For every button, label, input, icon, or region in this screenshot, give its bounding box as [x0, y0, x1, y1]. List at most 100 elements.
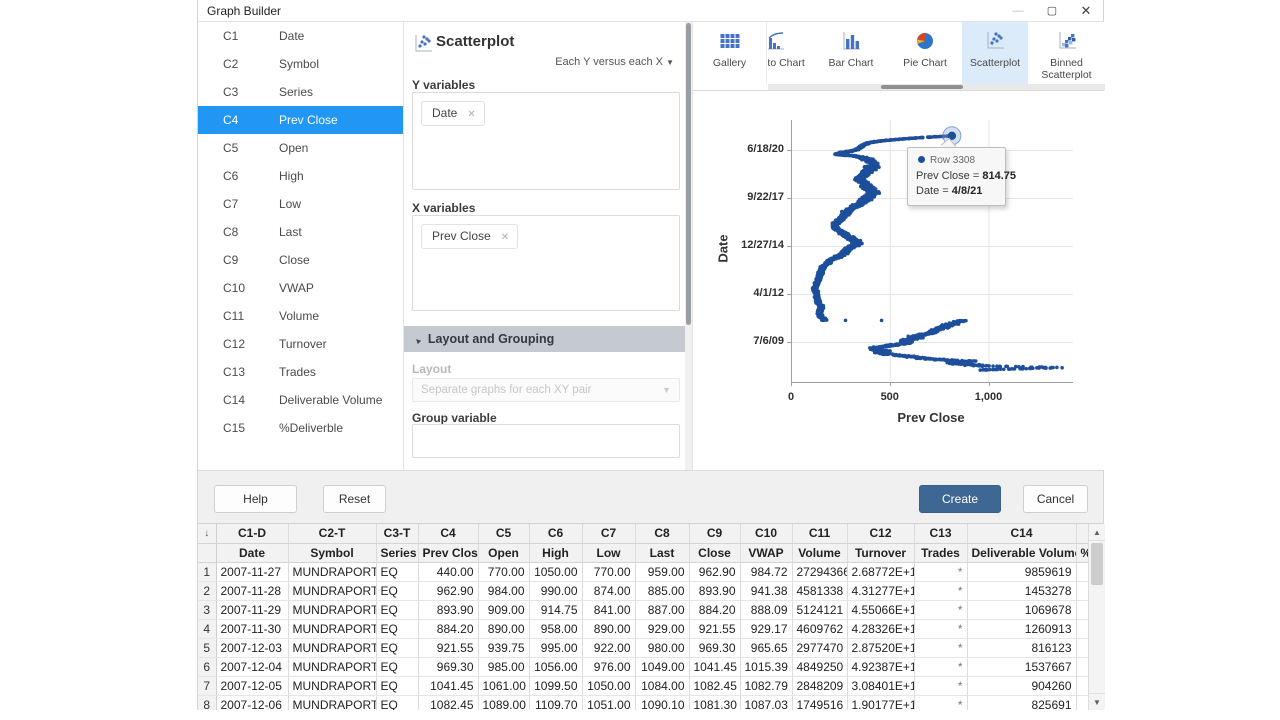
- table-cell[interactable]: EQ: [376, 657, 418, 676]
- table-cell[interactable]: 2007-12-04: [216, 657, 288, 676]
- table-cell[interactable]: 890.00: [478, 619, 529, 638]
- table-cell[interactable]: [1076, 657, 1088, 676]
- column-id-header[interactable]: C9: [689, 524, 740, 543]
- column-item-c8[interactable]: C8Last: [198, 218, 403, 246]
- table-cell[interactable]: 969.30: [418, 657, 478, 676]
- column-name-header[interactable]: Deliverable Volume: [967, 543, 1076, 562]
- table-cell[interactable]: 1082.45: [689, 676, 740, 695]
- table-cell[interactable]: 990.00: [529, 581, 582, 600]
- column-item-c5[interactable]: C5Open: [198, 134, 403, 162]
- group-variable-dropzone[interactable]: [412, 424, 680, 458]
- table-cell[interactable]: EQ: [376, 676, 418, 695]
- table-cell[interactable]: 884.20: [689, 600, 740, 619]
- mode-dropdown[interactable]: Each Y versus each X ▼: [555, 56, 674, 68]
- table-cell[interactable]: 1084.00: [635, 676, 689, 695]
- table-cell[interactable]: *: [914, 638, 967, 657]
- row-number[interactable]: 2: [198, 581, 216, 600]
- column-item-c12[interactable]: C12Turnover: [198, 330, 403, 358]
- table-cell[interactable]: 2.87520E+14: [847, 638, 914, 657]
- chip-remove-icon[interactable]: ✕: [467, 109, 475, 120]
- column-name-header[interactable]: Turnover: [847, 543, 914, 562]
- column-id-header[interactable]: C10: [740, 524, 792, 543]
- table-cell[interactable]: *: [914, 676, 967, 695]
- column-name-header[interactable]: Trades: [914, 543, 967, 562]
- table-cell[interactable]: 2007-11-28: [216, 581, 288, 600]
- table-cell[interactable]: [1076, 638, 1088, 657]
- gallery-scrollbar[interactable]: [768, 84, 1105, 90]
- table-cell[interactable]: 959.00: [635, 562, 689, 581]
- scrollbar-thumb[interactable]: [1091, 543, 1103, 585]
- table-cell[interactable]: EQ: [376, 600, 418, 619]
- table-cell[interactable]: 770.00: [478, 562, 529, 581]
- column-name-header[interactable]: High: [529, 543, 582, 562]
- table-cell[interactable]: 1056.00: [529, 657, 582, 676]
- gallery-item-bar-chart[interactable]: Bar Chart: [814, 22, 888, 84]
- table-cell[interactable]: 1749516: [792, 695, 847, 710]
- table-cell[interactable]: 4581338: [792, 581, 847, 600]
- scrollbar-thumb[interactable]: [686, 23, 691, 325]
- table-cell[interactable]: 3.08401E+14: [847, 676, 914, 695]
- column-item-c10[interactable]: C10VWAP: [198, 274, 403, 302]
- table-cell[interactable]: 4609762: [792, 619, 847, 638]
- scrollbar-thumb[interactable]: [881, 85, 963, 89]
- column-name-header[interactable]: Date: [216, 543, 288, 562]
- table-cell[interactable]: 4.31277E+14: [847, 581, 914, 600]
- minimize-icon[interactable]: —: [1001, 0, 1035, 22]
- column-name-header[interactable]: Open: [478, 543, 529, 562]
- table-cell[interactable]: 4.92387E+14: [847, 657, 914, 676]
- table-cell[interactable]: *: [914, 600, 967, 619]
- table-cell[interactable]: *: [914, 695, 967, 710]
- column-item-c13[interactable]: C13Trades: [198, 358, 403, 386]
- y-variables-dropzone[interactable]: Date✕: [412, 92, 680, 190]
- gallery-item-binned-scatterplot[interactable]: Binned Scatterplot: [1028, 22, 1105, 84]
- column-name-header[interactable]: Close: [689, 543, 740, 562]
- column-item-c11[interactable]: C11Volume: [198, 302, 403, 330]
- table-cell[interactable]: 969.30: [689, 638, 740, 657]
- table-cell[interactable]: 4849250: [792, 657, 847, 676]
- table-cell[interactable]: MUNDRAPORT: [288, 562, 376, 581]
- table-cell[interactable]: 921.55: [689, 619, 740, 638]
- reset-button[interactable]: Reset: [323, 485, 386, 513]
- column-id-header[interactable]: C12: [847, 524, 914, 543]
- table-cell[interactable]: 1061.00: [478, 676, 529, 695]
- table-cell[interactable]: 27294366: [792, 562, 847, 581]
- table-cell[interactable]: 893.90: [689, 581, 740, 600]
- table-cell[interactable]: 965.65: [740, 638, 792, 657]
- table-cell[interactable]: *: [914, 562, 967, 581]
- column-item-c2[interactable]: C2Symbol: [198, 50, 403, 78]
- column-item-c7[interactable]: C7Low: [198, 190, 403, 218]
- table-cell[interactable]: 929.00: [635, 619, 689, 638]
- table-cell[interactable]: 1050.00: [582, 676, 635, 695]
- table-cell[interactable]: 939.75: [478, 638, 529, 657]
- table-cell[interactable]: 976.00: [582, 657, 635, 676]
- table-cell[interactable]: 1089.00: [478, 695, 529, 710]
- table-cell[interactable]: 1051.00: [582, 695, 635, 710]
- row-number[interactable]: 4: [198, 619, 216, 638]
- gallery-item-gallery[interactable]: Gallery: [693, 22, 766, 84]
- table-cell[interactable]: 5124121: [792, 600, 847, 619]
- table-cell[interactable]: 1.90177E+14: [847, 695, 914, 710]
- table-cell[interactable]: *: [914, 619, 967, 638]
- column-name-header[interactable]: Prev Close: [418, 543, 478, 562]
- table-cell[interactable]: 2007-12-03: [216, 638, 288, 657]
- table-cell[interactable]: MUNDRAPORT: [288, 581, 376, 600]
- maximize-icon[interactable]: ▢: [1035, 0, 1069, 22]
- table-cell[interactable]: 1082.79: [740, 676, 792, 695]
- table-cell[interactable]: *: [914, 657, 967, 676]
- column-id-header[interactable]: C2-T: [288, 524, 376, 543]
- column-name-header[interactable]: Last: [635, 543, 689, 562]
- column-name-header[interactable]: VWAP: [740, 543, 792, 562]
- table-cell[interactable]: 841.00: [582, 600, 635, 619]
- table-cell[interactable]: 922.00: [582, 638, 635, 657]
- column-id-header[interactable]: C11: [792, 524, 847, 543]
- table-cell[interactable]: 1109.70: [529, 695, 582, 710]
- table-cell[interactable]: 980.00: [635, 638, 689, 657]
- table-cell[interactable]: 985.00: [478, 657, 529, 676]
- table-cell[interactable]: 962.90: [418, 581, 478, 600]
- row-number[interactable]: 5: [198, 638, 216, 657]
- row-number[interactable]: 6: [198, 657, 216, 676]
- table-cell[interactable]: [1076, 581, 1088, 600]
- table-cell[interactable]: 1099.50: [529, 676, 582, 695]
- table-cell[interactable]: [1076, 619, 1088, 638]
- table-cell[interactable]: 2.68772E+15: [847, 562, 914, 581]
